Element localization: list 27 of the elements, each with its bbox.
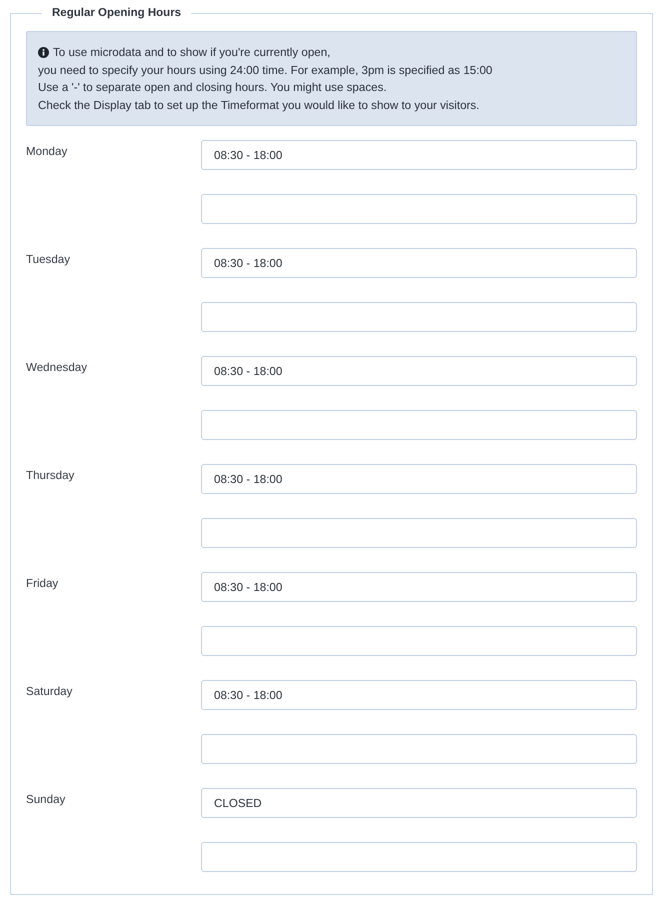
- hours-input[interactable]: [201, 626, 637, 656]
- hours-input[interactable]: 08:30 - 18:00: [201, 680, 637, 710]
- hours-input[interactable]: [201, 410, 637, 440]
- info-icon: [38, 47, 49, 58]
- hours-input[interactable]: 08:30 - 18:00: [201, 140, 637, 170]
- day-label: Sunday: [26, 792, 66, 807]
- day-label: Monday: [26, 144, 68, 159]
- day-label: Tuesday: [26, 252, 70, 267]
- day-label: Friday: [26, 576, 58, 591]
- info-text: Check the Display tab to set up the Timeformat you would like to show to your visitors.: [38, 98, 480, 114]
- hours-input[interactable]: [201, 734, 637, 764]
- hours-input[interactable]: 08:30 - 18:00: [201, 356, 637, 386]
- hours-input[interactable]: [201, 518, 637, 548]
- info-text: To use microdata and to show if you're currently open,: [53, 45, 330, 61]
- section-title: Regular Opening Hours: [51, 6, 182, 20]
- info-text: you need to specify your hours using 24:00 time. For example, 3pm is specified as 15:00: [38, 62, 492, 78]
- day-label: Saturday: [26, 684, 72, 699]
- hours-input[interactable]: 08:30 - 18:00: [201, 572, 637, 602]
- hours-input[interactable]: 08:30 - 18:00: [201, 464, 637, 494]
- hours-input[interactable]: 08:30 - 18:00: [201, 248, 637, 278]
- hours-input[interactable]: CLOSED: [201, 788, 637, 818]
- hours-input[interactable]: [201, 302, 637, 332]
- hours-input[interactable]: [201, 842, 637, 872]
- day-label: Thursday: [26, 468, 74, 483]
- info-text: Use a '-' to separate open and closing hours. You might use spaces.: [38, 80, 387, 96]
- hours-input[interactable]: [201, 194, 637, 224]
- day-label: Wednesday: [26, 360, 88, 375]
